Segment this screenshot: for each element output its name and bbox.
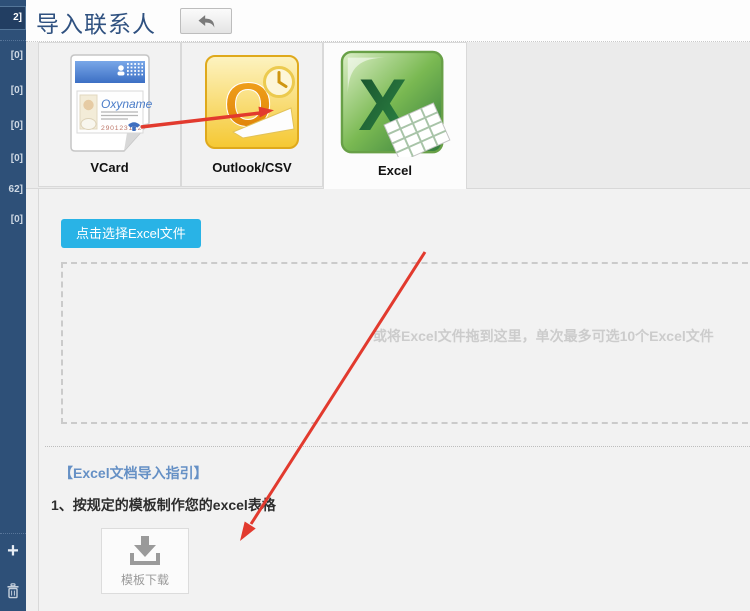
excel-dropzone[interactable]: 或将Excel文件拖到这里，单次最多可选10个Excel文件 xyxy=(61,262,750,424)
sidebar-item[interactable]: [0] xyxy=(0,153,26,164)
sidebar: 2] [0] [0] [0] [0] 62] [0] + xyxy=(0,0,26,611)
excel-icon: X xyxy=(339,43,451,163)
import-contacts-page: 2] [0] [0] [0] [0] 62] [0] + 导入联系人 xyxy=(0,0,750,611)
tab-excel[interactable]: X Excel xyxy=(323,42,467,189)
sidebar-item[interactable]: 62] xyxy=(0,184,26,195)
select-excel-file-button[interactable]: 点击选择Excel文件 xyxy=(61,219,201,248)
delete-group-button[interactable] xyxy=(0,583,26,599)
step-1-text: 1、按规定的模板制作您的excel表格 xyxy=(51,495,276,515)
excel-import-panel: 点击选择Excel文件 或将Excel文件拖到这里，单次最多可选10个Excel… xyxy=(38,189,750,611)
sidebar-item[interactable]: [0] xyxy=(0,214,26,225)
back-icon xyxy=(196,13,216,29)
tab-label-excel: Excel xyxy=(378,163,412,189)
sidebar-item[interactable]: [0] xyxy=(0,120,26,131)
sidebar-separator xyxy=(0,40,26,41)
tab-outlook-csv[interactable]: O Outlook/CSV xyxy=(181,42,323,187)
sidebar-item[interactable]: [0] xyxy=(0,50,26,61)
svg-text:Oxyname: Oxyname xyxy=(101,97,153,111)
guide-heading: 【Excel文档导入指引】 xyxy=(59,463,208,483)
sidebar-item[interactable]: [0] xyxy=(0,85,26,96)
page-header: 导入联系人 xyxy=(26,0,750,42)
download-icon xyxy=(128,534,162,566)
trash-icon xyxy=(6,583,20,599)
section-separator xyxy=(45,446,750,447)
template-download-button[interactable]: 模板下载 xyxy=(101,528,189,594)
sidebar-item-selected[interactable]: 2] xyxy=(0,6,26,30)
page-title: 导入联系人 xyxy=(36,5,156,39)
add-group-button[interactable]: + xyxy=(0,541,26,561)
sidebar-separator xyxy=(0,533,26,534)
dropzone-hint: 或将Excel文件拖到这里，单次最多可选10个Excel文件 xyxy=(373,326,714,346)
outlook-icon: O xyxy=(203,43,301,160)
vcard-icon: Oxyname 290123122 xyxy=(64,43,156,160)
template-download-label: 模板下载 xyxy=(121,571,169,588)
back-button[interactable] xyxy=(180,8,232,34)
import-source-tabs: Oxyname 290123122 VCard xyxy=(26,42,750,189)
tab-label-vcard: VCard xyxy=(90,160,128,186)
tab-label-outlook-csv: Outlook/CSV xyxy=(212,160,291,186)
tab-vcard[interactable]: Oxyname 290123122 VCard xyxy=(38,42,181,187)
